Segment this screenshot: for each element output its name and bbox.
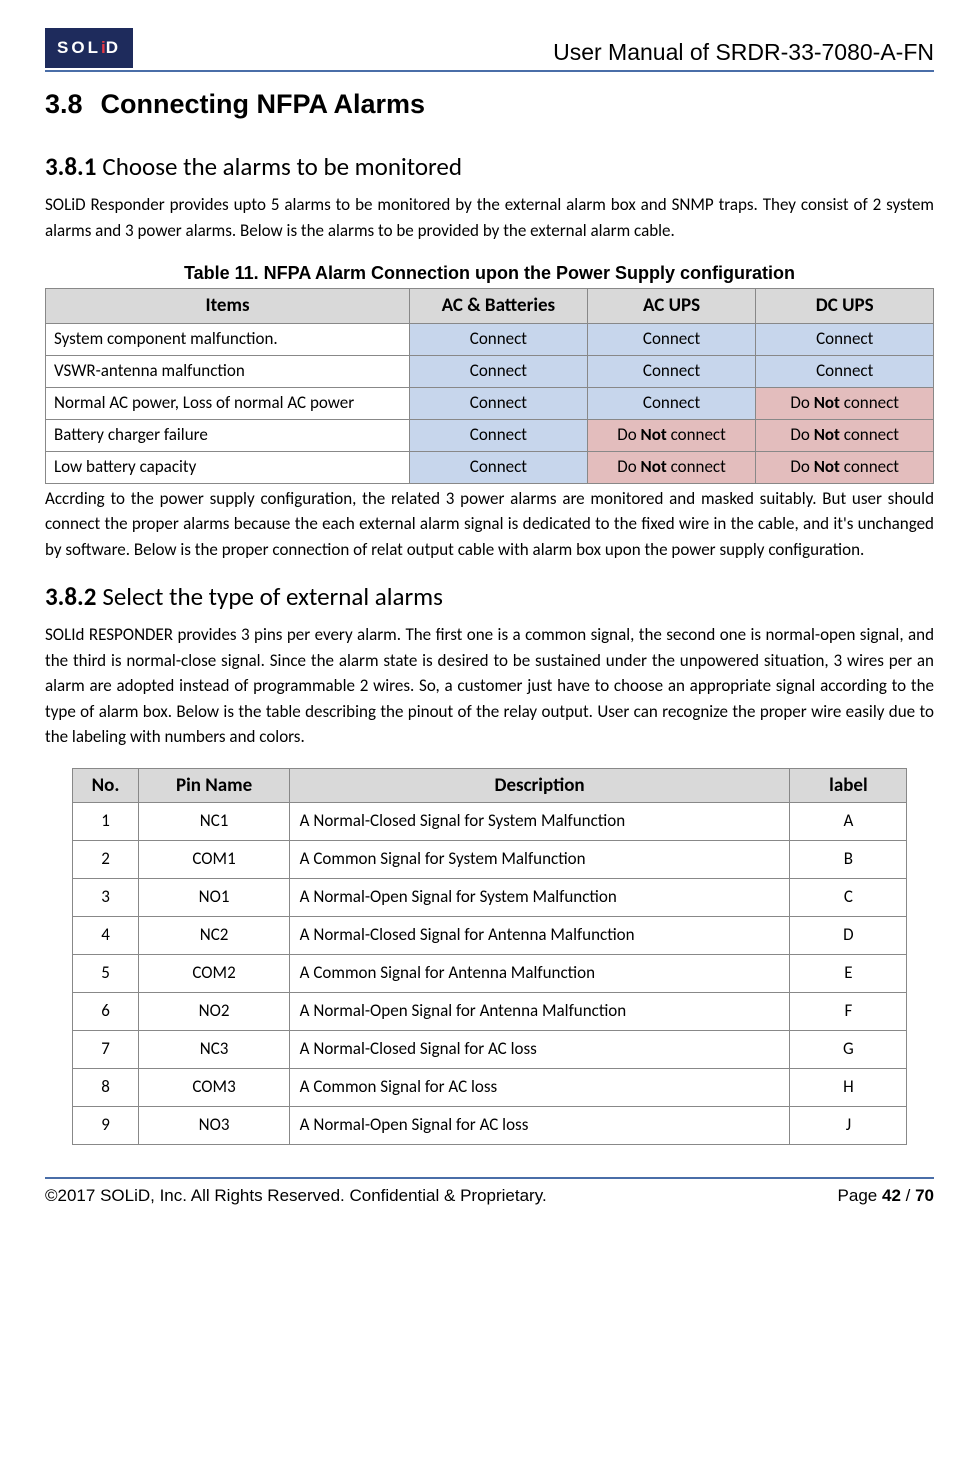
table-header: Description — [289, 768, 790, 803]
cell-status: Connect — [410, 388, 588, 420]
brand-logo: SOLiD — [45, 28, 133, 68]
cell-label: E — [790, 955, 907, 993]
cell-status: Connect — [756, 324, 934, 356]
table-header: Items — [46, 289, 410, 324]
cell-label: D — [790, 917, 907, 955]
cell-no: 7 — [72, 1031, 139, 1069]
section-title: Connecting NFPA Alarms — [101, 89, 426, 119]
cell-no: 5 — [72, 955, 139, 993]
cell-no: 6 — [72, 993, 139, 1031]
table-header: No. — [72, 768, 139, 803]
table-row: VSWR-antenna malfunctionConnectConnectCo… — [46, 356, 934, 388]
cell-pin: COM3 — [139, 1069, 289, 1107]
cell-no: 4 — [72, 917, 139, 955]
cell-label: B — [790, 841, 907, 879]
cell-desc: A Common Signal for AC loss — [289, 1069, 790, 1107]
cell-pin: NC3 — [139, 1031, 289, 1069]
table-header: AC UPS — [587, 289, 756, 324]
cell-label: C — [790, 879, 907, 917]
cell-label: J — [790, 1107, 907, 1145]
page-footer: ©2017 SOLiD, Inc. All Rights Reserved. C… — [45, 1177, 934, 1208]
page-number: Page 42 / 70 — [838, 1185, 934, 1208]
cell-label: G — [790, 1031, 907, 1069]
cell-status: Connect — [410, 419, 588, 451]
table-row: 5COM2A Common Signal for Antenna Malfunc… — [72, 955, 907, 993]
table-row: 4NC2A Normal-Closed Signal for Antenna M… — [72, 917, 907, 955]
table-nfpa-alarm-connection: ItemsAC & BatteriesAC UPSDC UPS System c… — [45, 288, 934, 483]
table-row: 6NO2A Normal-Open Signal for Antenna Mal… — [72, 993, 907, 1031]
document-title: User Manual of SRDR-33-7080-A-FN — [553, 37, 934, 68]
cell-pin: NO1 — [139, 879, 289, 917]
cell-desc: A Normal-Closed Signal for Antenna Malfu… — [289, 917, 790, 955]
cell-desc: A Common Signal for System Malfunction — [289, 841, 790, 879]
table-header: label — [790, 768, 907, 803]
table-row: Battery charger failureConnectDo Not con… — [46, 419, 934, 451]
cell-label: F — [790, 993, 907, 1031]
table-row: Normal AC power, Loss of normal AC power… — [46, 388, 934, 420]
table-header: DC UPS — [756, 289, 934, 324]
cell-status: Do Not connect — [587, 451, 756, 483]
cell-item: VSWR-antenna malfunction — [46, 356, 410, 388]
cell-desc: A Common Signal for Antenna Malfunction — [289, 955, 790, 993]
table-row: 7NC3A Normal-Closed Signal for AC lossG — [72, 1031, 907, 1069]
cell-status: Do Not connect — [756, 419, 934, 451]
cell-pin: NC2 — [139, 917, 289, 955]
table-row: 8COM3A Common Signal for AC lossH — [72, 1069, 907, 1107]
cell-status: Connect — [756, 356, 934, 388]
cell-pin: COM1 — [139, 841, 289, 879]
paragraph-3-8-1: SOLiD Responder provides upto 5 alarms t… — [45, 192, 934, 243]
subsection-number: 3.8.1 — [45, 151, 96, 182]
cell-status: Do Not connect — [756, 451, 934, 483]
table-header: AC & Batteries — [410, 289, 588, 324]
cell-pin: NO2 — [139, 993, 289, 1031]
cell-desc: A Normal-Closed Signal for System Malfun… — [289, 803, 790, 841]
cell-item: System component malfunction. — [46, 324, 410, 356]
table-row: 3NO1A Normal-Open Signal for System Malf… — [72, 879, 907, 917]
table-row: Low battery capacityConnectDo Not connec… — [46, 451, 934, 483]
subsection-heading-3-8-2: 3.8.2Select the type of external alarms — [45, 580, 934, 614]
cell-status: Connect — [587, 388, 756, 420]
cell-desc: A Normal-Open Signal for Antenna Malfunc… — [289, 993, 790, 1031]
table-row: 1NC1A Normal-Closed Signal for System Ma… — [72, 803, 907, 841]
cell-status: Connect — [587, 356, 756, 388]
cell-pin: COM2 — [139, 955, 289, 993]
copyright-text: ©2017 SOLiD, Inc. All Rights Reserved. C… — [45, 1185, 547, 1208]
cell-desc: A Normal-Open Signal for AC loss — [289, 1107, 790, 1145]
table-header: Pin Name — [139, 768, 289, 803]
cell-desc: A Normal-Open Signal for System Malfunct… — [289, 879, 790, 917]
cell-pin: NO3 — [139, 1107, 289, 1145]
cell-no: 9 — [72, 1107, 139, 1145]
cell-pin: NC1 — [139, 803, 289, 841]
cell-item: Low battery capacity — [46, 451, 410, 483]
cell-status: Connect — [587, 324, 756, 356]
cell-no: 1 — [72, 803, 139, 841]
cell-item: Battery charger failure — [46, 419, 410, 451]
cell-status: Do Not connect — [756, 388, 934, 420]
table-pinout: No.Pin NameDescriptionlabel 1NC1A Normal… — [72, 768, 908, 1146]
section-heading: 3.8 Connecting NFPA Alarms — [45, 86, 934, 122]
table-11-caption: Table 11. NFPA Alarm Connection upon the… — [45, 261, 934, 285]
paragraph-after-table-11: Accrding to the power supply configurati… — [45, 486, 934, 563]
paragraph-3-8-2: SOLId RESPONDER provides 3 pins per ever… — [45, 622, 934, 750]
table-row: System component malfunction.ConnectConn… — [46, 324, 934, 356]
cell-desc: A Normal-Closed Signal for AC loss — [289, 1031, 790, 1069]
page-header: SOLiD User Manual of SRDR-33-7080-A-FN — [45, 28, 934, 72]
cell-status: Do Not connect — [587, 419, 756, 451]
cell-no: 2 — [72, 841, 139, 879]
cell-no: 8 — [72, 1069, 139, 1107]
cell-status: Connect — [410, 451, 588, 483]
subsection-heading-3-8-1: 3.8.1Choose the alarms to be monitored — [45, 150, 934, 184]
section-number: 3.8 — [45, 89, 83, 119]
subsection-title: Select the type of external alarms — [102, 581, 443, 612]
subsection-number: 3.8.2 — [45, 581, 96, 612]
table-row: 2COM1A Common Signal for System Malfunct… — [72, 841, 907, 879]
cell-item: Normal AC power, Loss of normal AC power — [46, 388, 410, 420]
cell-label: A — [790, 803, 907, 841]
subsection-title: Choose the alarms to be monitored — [102, 151, 462, 182]
table-row: 9NO3A Normal-Open Signal for AC lossJ — [72, 1107, 907, 1145]
cell-no: 3 — [72, 879, 139, 917]
cell-status: Connect — [410, 356, 588, 388]
cell-label: H — [790, 1069, 907, 1107]
cell-status: Connect — [410, 324, 588, 356]
